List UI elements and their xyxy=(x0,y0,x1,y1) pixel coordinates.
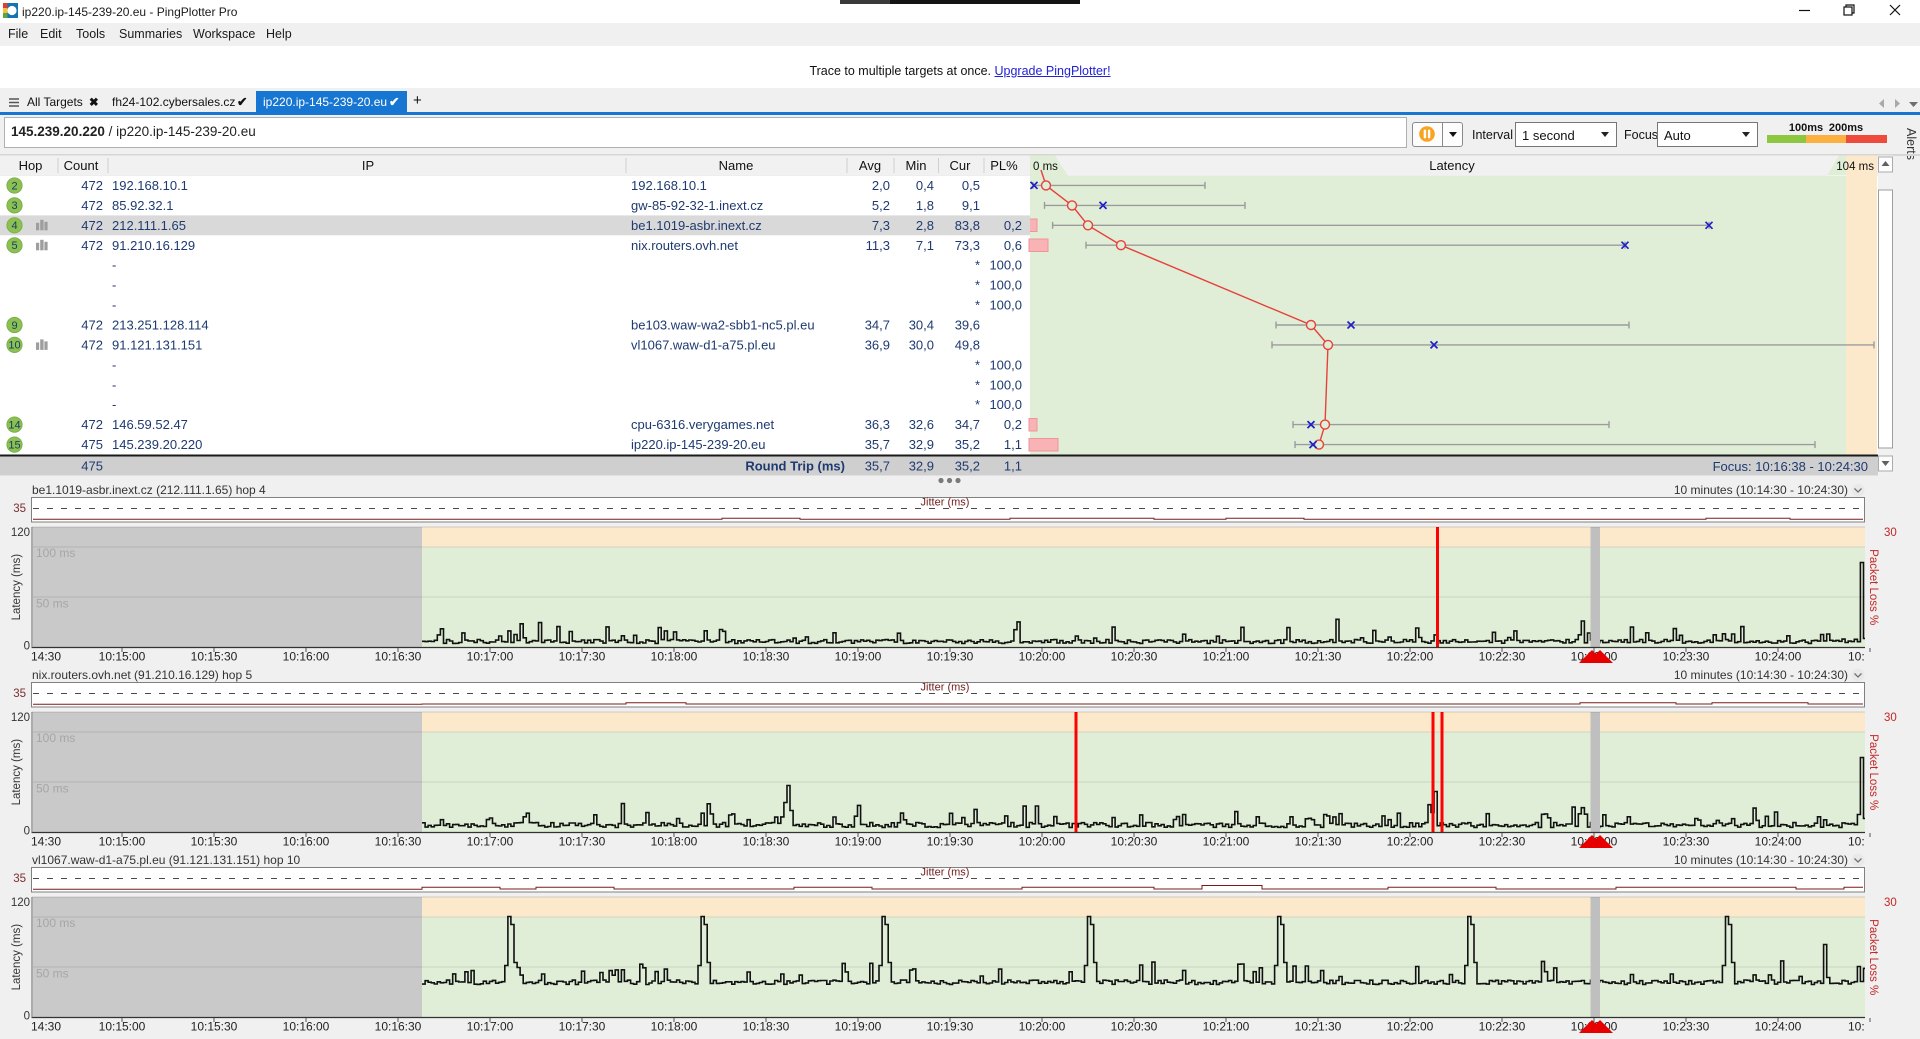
svg-text:10:21:30: 10:21:30 xyxy=(1295,1020,1342,1034)
svg-text:Latency (ms): Latency (ms) xyxy=(11,739,23,806)
svg-text:10:24:00: 10:24:00 xyxy=(1755,1020,1802,1034)
svg-text:0: 0 xyxy=(24,641,30,653)
svg-text:10:20:00: 10:20:00 xyxy=(1019,650,1066,664)
svg-text:10:24:00: 10:24:00 xyxy=(1755,835,1802,849)
svg-text:14:30: 14:30 xyxy=(31,650,61,664)
svg-text:10:17:00: 10:17:00 xyxy=(467,835,514,849)
svg-text:10:17:00: 10:17:00 xyxy=(467,650,514,664)
svg-text:10:18:00: 10:18:00 xyxy=(651,650,698,664)
svg-text:10:16:00: 10:16:00 xyxy=(283,835,330,849)
svg-text:10:18:30: 10:18:30 xyxy=(743,1020,790,1034)
svg-text:10:20:30: 10:20:30 xyxy=(1111,650,1158,664)
svg-text:Jitter (ms): Jitter (ms) xyxy=(921,867,970,879)
svg-text:50 ms: 50 ms xyxy=(36,597,69,611)
svg-text:10:17:30: 10:17:30 xyxy=(559,650,606,664)
svg-text:10:19:00: 10:19:00 xyxy=(835,650,882,664)
svg-text:10:19:00: 10:19:00 xyxy=(835,835,882,849)
svg-text:0: 0 xyxy=(24,826,30,838)
svg-text:Jitter (ms): Jitter (ms) xyxy=(921,497,970,509)
svg-text:10:17:00: 10:17:00 xyxy=(467,1020,514,1034)
svg-text:10:16:30: 10:16:30 xyxy=(375,835,422,849)
svg-text:35: 35 xyxy=(13,873,26,885)
svg-text:10:22:30: 10:22:30 xyxy=(1479,1020,1526,1034)
svg-text:10:15:00: 10:15:00 xyxy=(99,1020,146,1034)
svg-text:30: 30 xyxy=(1884,897,1897,909)
svg-text:10:15:00: 10:15:00 xyxy=(99,835,146,849)
svg-text:30: 30 xyxy=(1884,527,1897,539)
svg-text:Packet Loss %: Packet Loss % xyxy=(1867,549,1879,625)
svg-text:10:17:30: 10:17:30 xyxy=(559,1020,606,1034)
svg-text:vl1067.waw-d1-a75.pl.eu (91.12: vl1067.waw-d1-a75.pl.eu (91.121.131.151)… xyxy=(32,853,301,867)
svg-text:10:22:00: 10:22:00 xyxy=(1387,650,1434,664)
svg-text:10:23:30: 10:23:30 xyxy=(1663,650,1710,664)
svg-text:0: 0 xyxy=(24,1011,30,1023)
svg-text:10:23:30: 10:23:30 xyxy=(1663,835,1710,849)
svg-text:30: 30 xyxy=(1884,712,1897,724)
svg-text:100 ms: 100 ms xyxy=(36,546,75,560)
svg-text:10:: 10: xyxy=(1848,835,1865,849)
svg-text:10:18:00: 10:18:00 xyxy=(651,835,698,849)
svg-text:10:18:30: 10:18:30 xyxy=(743,650,790,664)
svg-text:10:21:30: 10:21:30 xyxy=(1295,650,1342,664)
svg-text:50 ms: 50 ms xyxy=(36,967,69,981)
svg-text:10:20:00: 10:20:00 xyxy=(1019,835,1066,849)
svg-text:10:16:00: 10:16:00 xyxy=(283,1020,330,1034)
svg-text:50 ms: 50 ms xyxy=(36,782,69,796)
svg-text:10:21:00: 10:21:00 xyxy=(1203,650,1250,664)
svg-text:10:15:30: 10:15:30 xyxy=(191,1020,238,1034)
svg-text:120: 120 xyxy=(11,712,30,724)
svg-text:Latency (ms): Latency (ms) xyxy=(11,554,23,621)
svg-text:10:19:00: 10:19:00 xyxy=(835,1020,882,1034)
svg-text:10:15:30: 10:15:30 xyxy=(191,650,238,664)
svg-text:10:18:30: 10:18:30 xyxy=(743,835,790,849)
svg-text:10:18:00: 10:18:00 xyxy=(651,1020,698,1034)
svg-text:Latency (ms): Latency (ms) xyxy=(11,924,23,991)
svg-text:Jitter (ms): Jitter (ms) xyxy=(921,682,970,694)
svg-text:10:16:00: 10:16:00 xyxy=(283,650,330,664)
svg-text:100 ms: 100 ms xyxy=(36,731,75,745)
svg-text:10:19:30: 10:19:30 xyxy=(927,1020,974,1034)
svg-text:10:20:30: 10:20:30 xyxy=(1111,835,1158,849)
svg-text:10:22:30: 10:22:30 xyxy=(1479,650,1526,664)
svg-text:10:19:30: 10:19:30 xyxy=(927,650,974,664)
svg-text:120: 120 xyxy=(11,897,30,909)
svg-text:10:16:30: 10:16:30 xyxy=(375,1020,422,1034)
svg-text:35: 35 xyxy=(13,503,26,515)
svg-text:10:: 10: xyxy=(1848,1020,1865,1034)
svg-text:10:21:30: 10:21:30 xyxy=(1295,835,1342,849)
svg-text:10:16:30: 10:16:30 xyxy=(375,650,422,664)
svg-text:Packet Loss %: Packet Loss % xyxy=(1867,919,1879,995)
svg-text:10:21:00: 10:21:00 xyxy=(1203,835,1250,849)
svg-text:10:22:30: 10:22:30 xyxy=(1479,835,1526,849)
svg-text:10 minutes (10:14:30 - 10:24:3: 10 minutes (10:14:30 - 10:24:30) xyxy=(1674,853,1848,867)
svg-text:10 minutes (10:14:30 - 10:24:3: 10 minutes (10:14:30 - 10:24:30) xyxy=(1674,483,1848,497)
svg-text:14:30: 14:30 xyxy=(31,835,61,849)
svg-text:10 minutes (10:14:30 - 10:24:3: 10 minutes (10:14:30 - 10:24:30) xyxy=(1674,668,1848,682)
svg-text:10:15:00: 10:15:00 xyxy=(99,650,146,664)
svg-text:100 ms: 100 ms xyxy=(36,916,75,930)
svg-text:10:19:30: 10:19:30 xyxy=(927,835,974,849)
svg-text:be1.1019-asbr.inext.cz (212.11: be1.1019-asbr.inext.cz (212.111.1.65) ho… xyxy=(32,483,266,497)
svg-text:nix.routers.ovh.net (91.210.16: nix.routers.ovh.net (91.210.16.129) hop … xyxy=(32,668,252,682)
svg-text:10:: 10: xyxy=(1848,650,1865,664)
svg-text:Packet Loss %: Packet Loss % xyxy=(1867,734,1879,810)
svg-text:14:30: 14:30 xyxy=(31,1020,61,1034)
svg-text:10:17:30: 10:17:30 xyxy=(559,835,606,849)
svg-text:10:20:30: 10:20:30 xyxy=(1111,1020,1158,1034)
svg-text:10:22:00: 10:22:00 xyxy=(1387,835,1434,849)
svg-text:10:21:00: 10:21:00 xyxy=(1203,1020,1250,1034)
svg-text:10:24:00: 10:24:00 xyxy=(1755,650,1802,664)
svg-text:10:15:30: 10:15:30 xyxy=(191,835,238,849)
svg-text:35: 35 xyxy=(13,688,26,700)
svg-text:10:22:00: 10:22:00 xyxy=(1387,1020,1434,1034)
svg-text:10:20:00: 10:20:00 xyxy=(1019,1020,1066,1034)
svg-text:120: 120 xyxy=(11,527,30,539)
svg-text:10:23:30: 10:23:30 xyxy=(1663,1020,1710,1034)
